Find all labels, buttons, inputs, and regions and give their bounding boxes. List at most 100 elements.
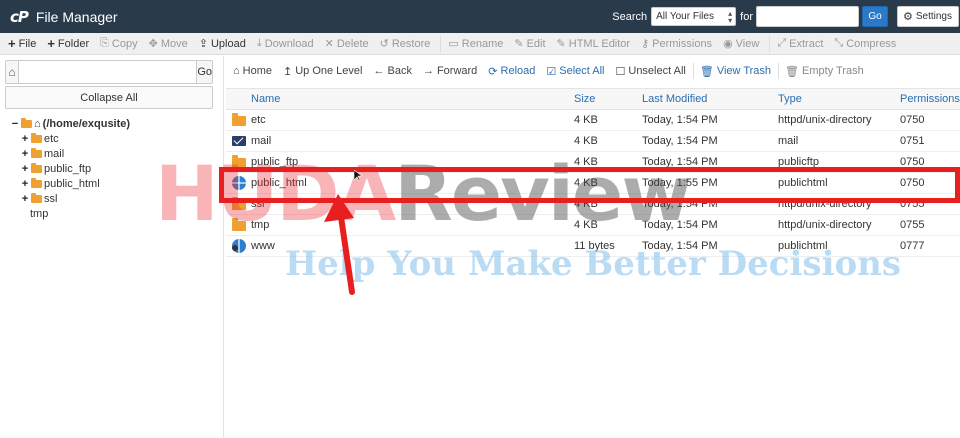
expand-plus-icon[interactable]: + xyxy=(20,148,30,160)
tree-item-label: public_html xyxy=(44,177,100,190)
top-header: cP File Manager Search All Your Files ▴ ▾… xyxy=(0,0,960,33)
settings-button[interactable]: ⚙ Settings xyxy=(896,6,959,27)
nav-label: Reload xyxy=(500,65,536,77)
column-type[interactable]: Type xyxy=(778,93,900,105)
restore-icon: ↺ xyxy=(379,38,389,50)
toolbar-file-button[interactable]: + File xyxy=(4,33,43,55)
nav-label: Select All xyxy=(559,65,605,77)
tree-item-mail[interactable]: + mail xyxy=(10,146,130,161)
cell-permissions: 0755 xyxy=(900,219,925,231)
toolbar-html-editor-button[interactable]: ✎ HTML Editor xyxy=(553,33,638,55)
cpanel-logo-mark: cP xyxy=(10,7,29,26)
tree-root[interactable]: − ⌂ (/home/exqusite) xyxy=(10,116,130,131)
expand-plus-icon[interactable]: + xyxy=(20,133,30,145)
file-icon-cell xyxy=(226,155,251,168)
main-toolbar: + File + Folder ⎘ Copy ✥ Move ⇪ Upload ⤓ Download ✕ D… xyxy=(0,33,960,55)
nav-up-one-level-button[interactable]: ↥ Up One Level xyxy=(278,60,368,82)
toolbar-move-button[interactable]: ✥ Move xyxy=(145,33,195,55)
tree-item-tmp[interactable]: tmp xyxy=(10,206,130,221)
tree-item-ssl[interactable]: + ssl xyxy=(10,191,130,206)
nav-select-all-button[interactable]: ☑ Select All xyxy=(541,60,610,82)
cell-modified: Today, 1:54 PM xyxy=(642,198,718,210)
tree-item-public-ftp[interactable]: + public_ftp xyxy=(10,161,130,176)
cell-name: public_ftp xyxy=(251,156,299,168)
column-name[interactable]: Name xyxy=(226,93,574,105)
table-row[interactable]: etc 4 KB Today, 1:54 PM httpd/unix-director… xyxy=(226,110,960,131)
toolbar-label: Download xyxy=(264,37,314,50)
delete-icon: ✕ xyxy=(324,38,334,50)
toolbar-label: Move xyxy=(160,37,188,50)
folder-icon xyxy=(31,192,42,203)
toolbar-upload-button[interactable]: ⇪ Upload xyxy=(195,33,253,55)
path-row: ⌂ Go xyxy=(5,60,213,84)
cell-type: httpd/unix-directory xyxy=(778,198,872,210)
nav-empty-trash-button[interactable]: 🗑 Empty Trash xyxy=(780,60,870,82)
nav-unselect-all-button[interactable]: ☐ Unselect All xyxy=(611,60,692,82)
cell-permissions: 0750 xyxy=(900,177,925,189)
nav-forward-button[interactable]: → Forward xyxy=(418,60,483,82)
select-caret-icon: ▴ ▾ xyxy=(728,9,733,25)
toolbar-edit-button[interactable]: ✎ Edit xyxy=(510,33,552,55)
cell-name: tmp xyxy=(251,219,270,231)
toolbar-restore-button[interactable]: ↺ Restore xyxy=(376,33,438,55)
tree-item-label: etc xyxy=(44,132,59,145)
rename-icon: ▭ xyxy=(448,38,459,50)
left-panel: ⌂ Go Collapse All − ⌂ (/home/exqusite) +… xyxy=(0,56,224,438)
table-row[interactable]: mail 4 KB Today, 1:54 PM mail 0751 xyxy=(226,131,960,152)
toolbar-copy-button[interactable]: ⎘ Copy xyxy=(96,33,145,55)
column-permissions[interactable]: Permissions xyxy=(900,93,960,105)
nav-view-trash-button[interactable]: 🗑 View Trash xyxy=(695,60,777,82)
app-title: File Manager xyxy=(35,8,118,25)
expand-plus-icon[interactable]: + xyxy=(20,178,30,190)
search-area: Search All Your Files ▴ ▾ for Go ⚙ Settin… xyxy=(612,0,960,33)
toolbar-label: Folder xyxy=(57,37,90,50)
file-icon-cell xyxy=(226,239,251,253)
folder-icon xyxy=(31,177,42,188)
html-editor-icon: ✎ xyxy=(556,38,566,50)
toolbar-permissions-button[interactable]: ⚷ Permissions xyxy=(637,33,719,55)
nav-home-button[interactable]: ⌂ Home xyxy=(228,60,278,82)
search-go-button[interactable]: Go xyxy=(861,6,888,27)
toolbar-folder-button[interactable]: + Folder xyxy=(43,33,96,55)
file-icon-cell xyxy=(226,218,251,231)
search-scope-value: All Your Files xyxy=(656,11,714,22)
collapse-minus-icon[interactable]: − xyxy=(10,118,20,130)
checkbox-empty-icon: ☐ xyxy=(615,65,626,78)
expand-plus-icon[interactable]: + xyxy=(20,193,30,205)
collapse-all-button[interactable]: Collapse All xyxy=(5,86,213,109)
table-row[interactable]: public_ftp 4 KB Today, 1:54 PM publicftp 075… xyxy=(226,152,960,173)
expand-plus-icon[interactable]: + xyxy=(20,163,30,175)
path-go-button[interactable]: Go xyxy=(196,60,213,84)
toolbar-compress-button[interactable]: ⤡ Compress xyxy=(830,33,903,55)
for-label: for xyxy=(740,10,753,23)
toolbar-extract-button[interactable]: ⤢ Extract xyxy=(773,33,830,55)
tree-item-public-html[interactable]: + public_html xyxy=(10,176,130,191)
tree-item-etc[interactable]: + etc xyxy=(10,131,130,146)
toolbar-label: File xyxy=(18,37,37,50)
table-row[interactable]: public_html 4 KB Today, 1:55 PM publichtml 0… xyxy=(226,173,960,194)
search-input[interactable] xyxy=(755,6,859,27)
cpanel-logo[interactable]: cP File Manager xyxy=(10,8,118,26)
nav-reload-button[interactable]: ⟳ Reload xyxy=(483,60,541,82)
path-input[interactable] xyxy=(19,60,197,84)
nav-back-button[interactable]: ← Back xyxy=(368,60,417,82)
toolbar-label: Upload xyxy=(210,37,246,50)
toolbar-label: Restore xyxy=(391,37,431,50)
toolbar-rename-button[interactable]: ▭ Rename xyxy=(444,33,510,55)
toolbar-delete-button[interactable]: ✕ Delete xyxy=(321,33,376,55)
trash-icon: 🗑 xyxy=(785,65,800,78)
cell-modified: Today, 1:54 PM xyxy=(642,240,718,252)
toolbar-label: View xyxy=(735,37,760,50)
back-arrow-icon: ← xyxy=(373,65,385,77)
forward-arrow-icon: → xyxy=(422,65,434,77)
column-size[interactable]: Size xyxy=(574,93,642,105)
table-row[interactable]: www 11 bytes Today, 1:54 PM publichtml 0777 xyxy=(226,236,960,257)
column-last-modified[interactable]: Last Modified xyxy=(642,93,778,105)
table-row[interactable]: tmp 4 KB Today, 1:54 PM httpd/unix-director… xyxy=(226,215,960,236)
toolbar-view-button[interactable]: ◉ View xyxy=(719,33,766,55)
toolbar-download-button[interactable]: ⤓ Download xyxy=(253,33,321,55)
folder-open-icon xyxy=(21,117,32,128)
table-row[interactable]: ssl 4 KB Today, 1:54 PM httpd/unix-director… xyxy=(226,194,960,215)
search-scope-select[interactable]: All Your Files ▴ ▾ xyxy=(651,7,737,26)
home-button[interactable]: ⌂ xyxy=(5,60,20,84)
